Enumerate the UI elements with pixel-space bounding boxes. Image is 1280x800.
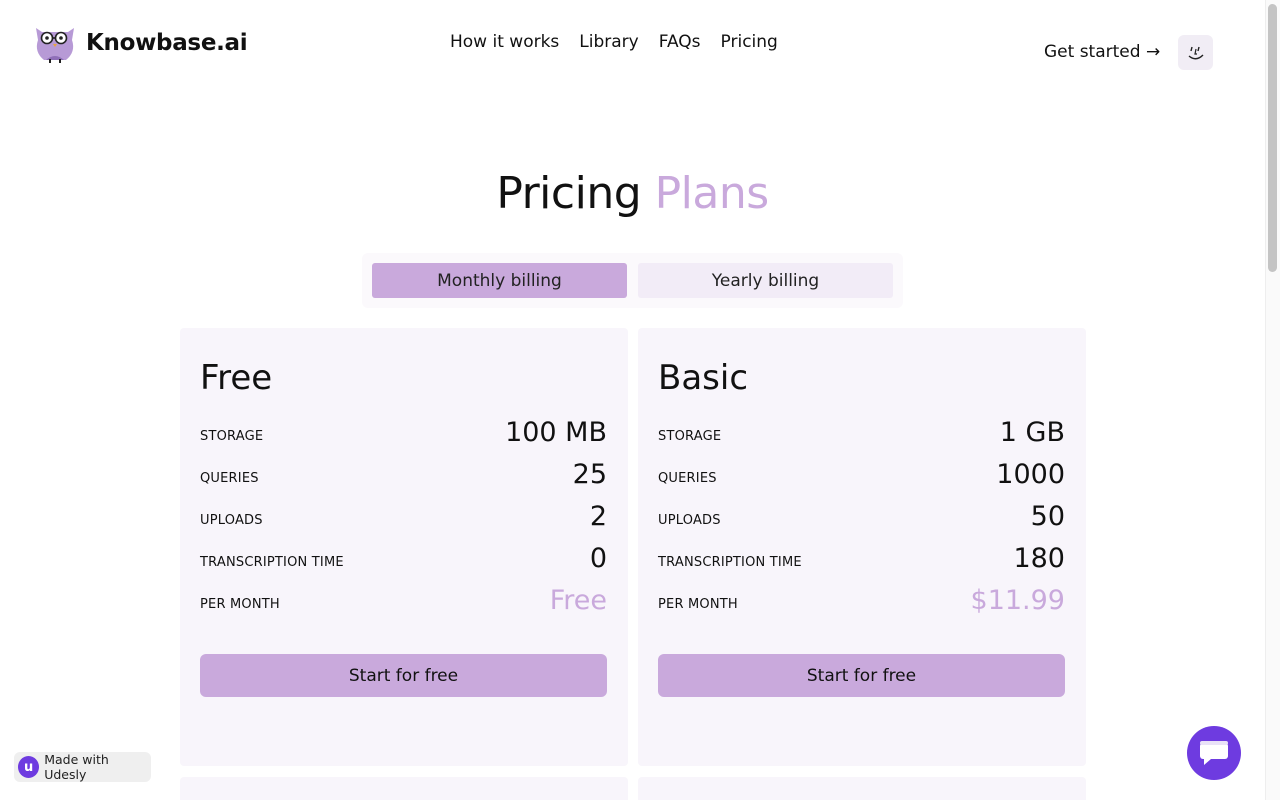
plan-price: $11.99: [970, 585, 1065, 616]
row-label: PER MONTH: [200, 597, 280, 612]
title-accent: Plans: [654, 168, 770, 219]
page-title: Pricing Plans: [0, 168, 1265, 219]
row-value: 1 GB: [999, 417, 1065, 448]
brand-logo[interactable]: Knowbase.ai: [32, 22, 248, 64]
plan-row-transcription-time: TRANSCRIPTION TIME 180: [658, 536, 1065, 576]
plan-row-transcription-time: TRANSCRIPTION TIME 0: [200, 536, 607, 576]
plan-card-next-left: [180, 777, 628, 800]
get-started-link[interactable]: Get started →: [1044, 42, 1160, 62]
start-for-free-button[interactable]: Start for free: [200, 654, 607, 697]
row-label: PER MONTH: [658, 597, 738, 612]
row-value: 1000: [996, 459, 1065, 490]
plan-row-uploads: UPLOADS 2: [200, 494, 607, 534]
chat-widget-button[interactable]: [1187, 726, 1241, 780]
monthly-billing-button[interactable]: Monthly billing: [372, 263, 627, 298]
nav-faqs[interactable]: FAQs: [659, 32, 701, 52]
nav-library[interactable]: Library: [579, 32, 638, 52]
plan-card-basic: Basic STORAGE 1 GB QUERIES 1000 UPLOADS …: [638, 328, 1086, 766]
plan-row-storage: STORAGE 100 MB: [200, 410, 607, 450]
row-value: 180: [1013, 543, 1065, 574]
plan-row-per-month: PER MONTH $11.99: [658, 578, 1065, 618]
plan-card-next-right: [638, 777, 1086, 800]
plan-row-per-month: PER MONTH Free: [200, 578, 607, 618]
start-for-free-button[interactable]: Start for free: [658, 654, 1065, 697]
plan-name: Free: [200, 358, 273, 398]
row-value: 0: [589, 543, 607, 574]
row-label: QUERIES: [658, 471, 717, 486]
title-main: Pricing: [496, 168, 642, 219]
row-value: 2: [589, 501, 607, 532]
face-emoji-icon: [1188, 46, 1203, 59]
plan-name: Basic: [658, 358, 749, 398]
owl-logo-icon: [36, 28, 74, 63]
row-label: UPLOADS: [658, 513, 721, 528]
row-value: 50: [1030, 501, 1065, 532]
plan-row-queries: QUERIES 1000: [658, 452, 1065, 492]
plan-row-storage: STORAGE 1 GB: [658, 410, 1065, 450]
row-label: TRANSCRIPTION TIME: [658, 555, 802, 570]
plan-row-uploads: UPLOADS 50: [658, 494, 1065, 534]
user-avatar-button[interactable]: [1178, 35, 1213, 70]
row-value: 25: [572, 459, 607, 490]
chat-bubble-icon: [1200, 741, 1228, 765]
plan-price: Free: [549, 585, 607, 616]
row-label: STORAGE: [200, 429, 264, 444]
row-value: 100 MB: [505, 417, 607, 448]
billing-toggle: Monthly billing Yearly billing: [362, 253, 903, 308]
plan-row-queries: QUERIES 25: [200, 452, 607, 492]
row-label: UPLOADS: [200, 513, 263, 528]
row-label: QUERIES: [200, 471, 259, 486]
page-scrollbar[interactable]: [1265, 0, 1280, 800]
nav-how-it-works[interactable]: How it works: [450, 32, 559, 52]
row-label: TRANSCRIPTION TIME: [200, 555, 344, 570]
brand-name: Knowbase.ai: [86, 30, 248, 56]
row-label: STORAGE: [658, 429, 722, 444]
udesly-logo-icon: u: [18, 756, 40, 778]
made-with-udesly-badge[interactable]: u Made with Udesly: [14, 752, 151, 782]
main-nav: How it works Library FAQs Pricing: [450, 32, 778, 52]
yearly-billing-button[interactable]: Yearly billing: [638, 263, 893, 298]
nav-pricing[interactable]: Pricing: [721, 32, 778, 52]
plan-card-free: Free STORAGE 100 MB QUERIES 25 UPLOADS 2…: [180, 328, 628, 766]
scrollbar-thumb[interactable]: [1268, 4, 1277, 272]
badge-text: Made with Udesly: [44, 752, 109, 782]
